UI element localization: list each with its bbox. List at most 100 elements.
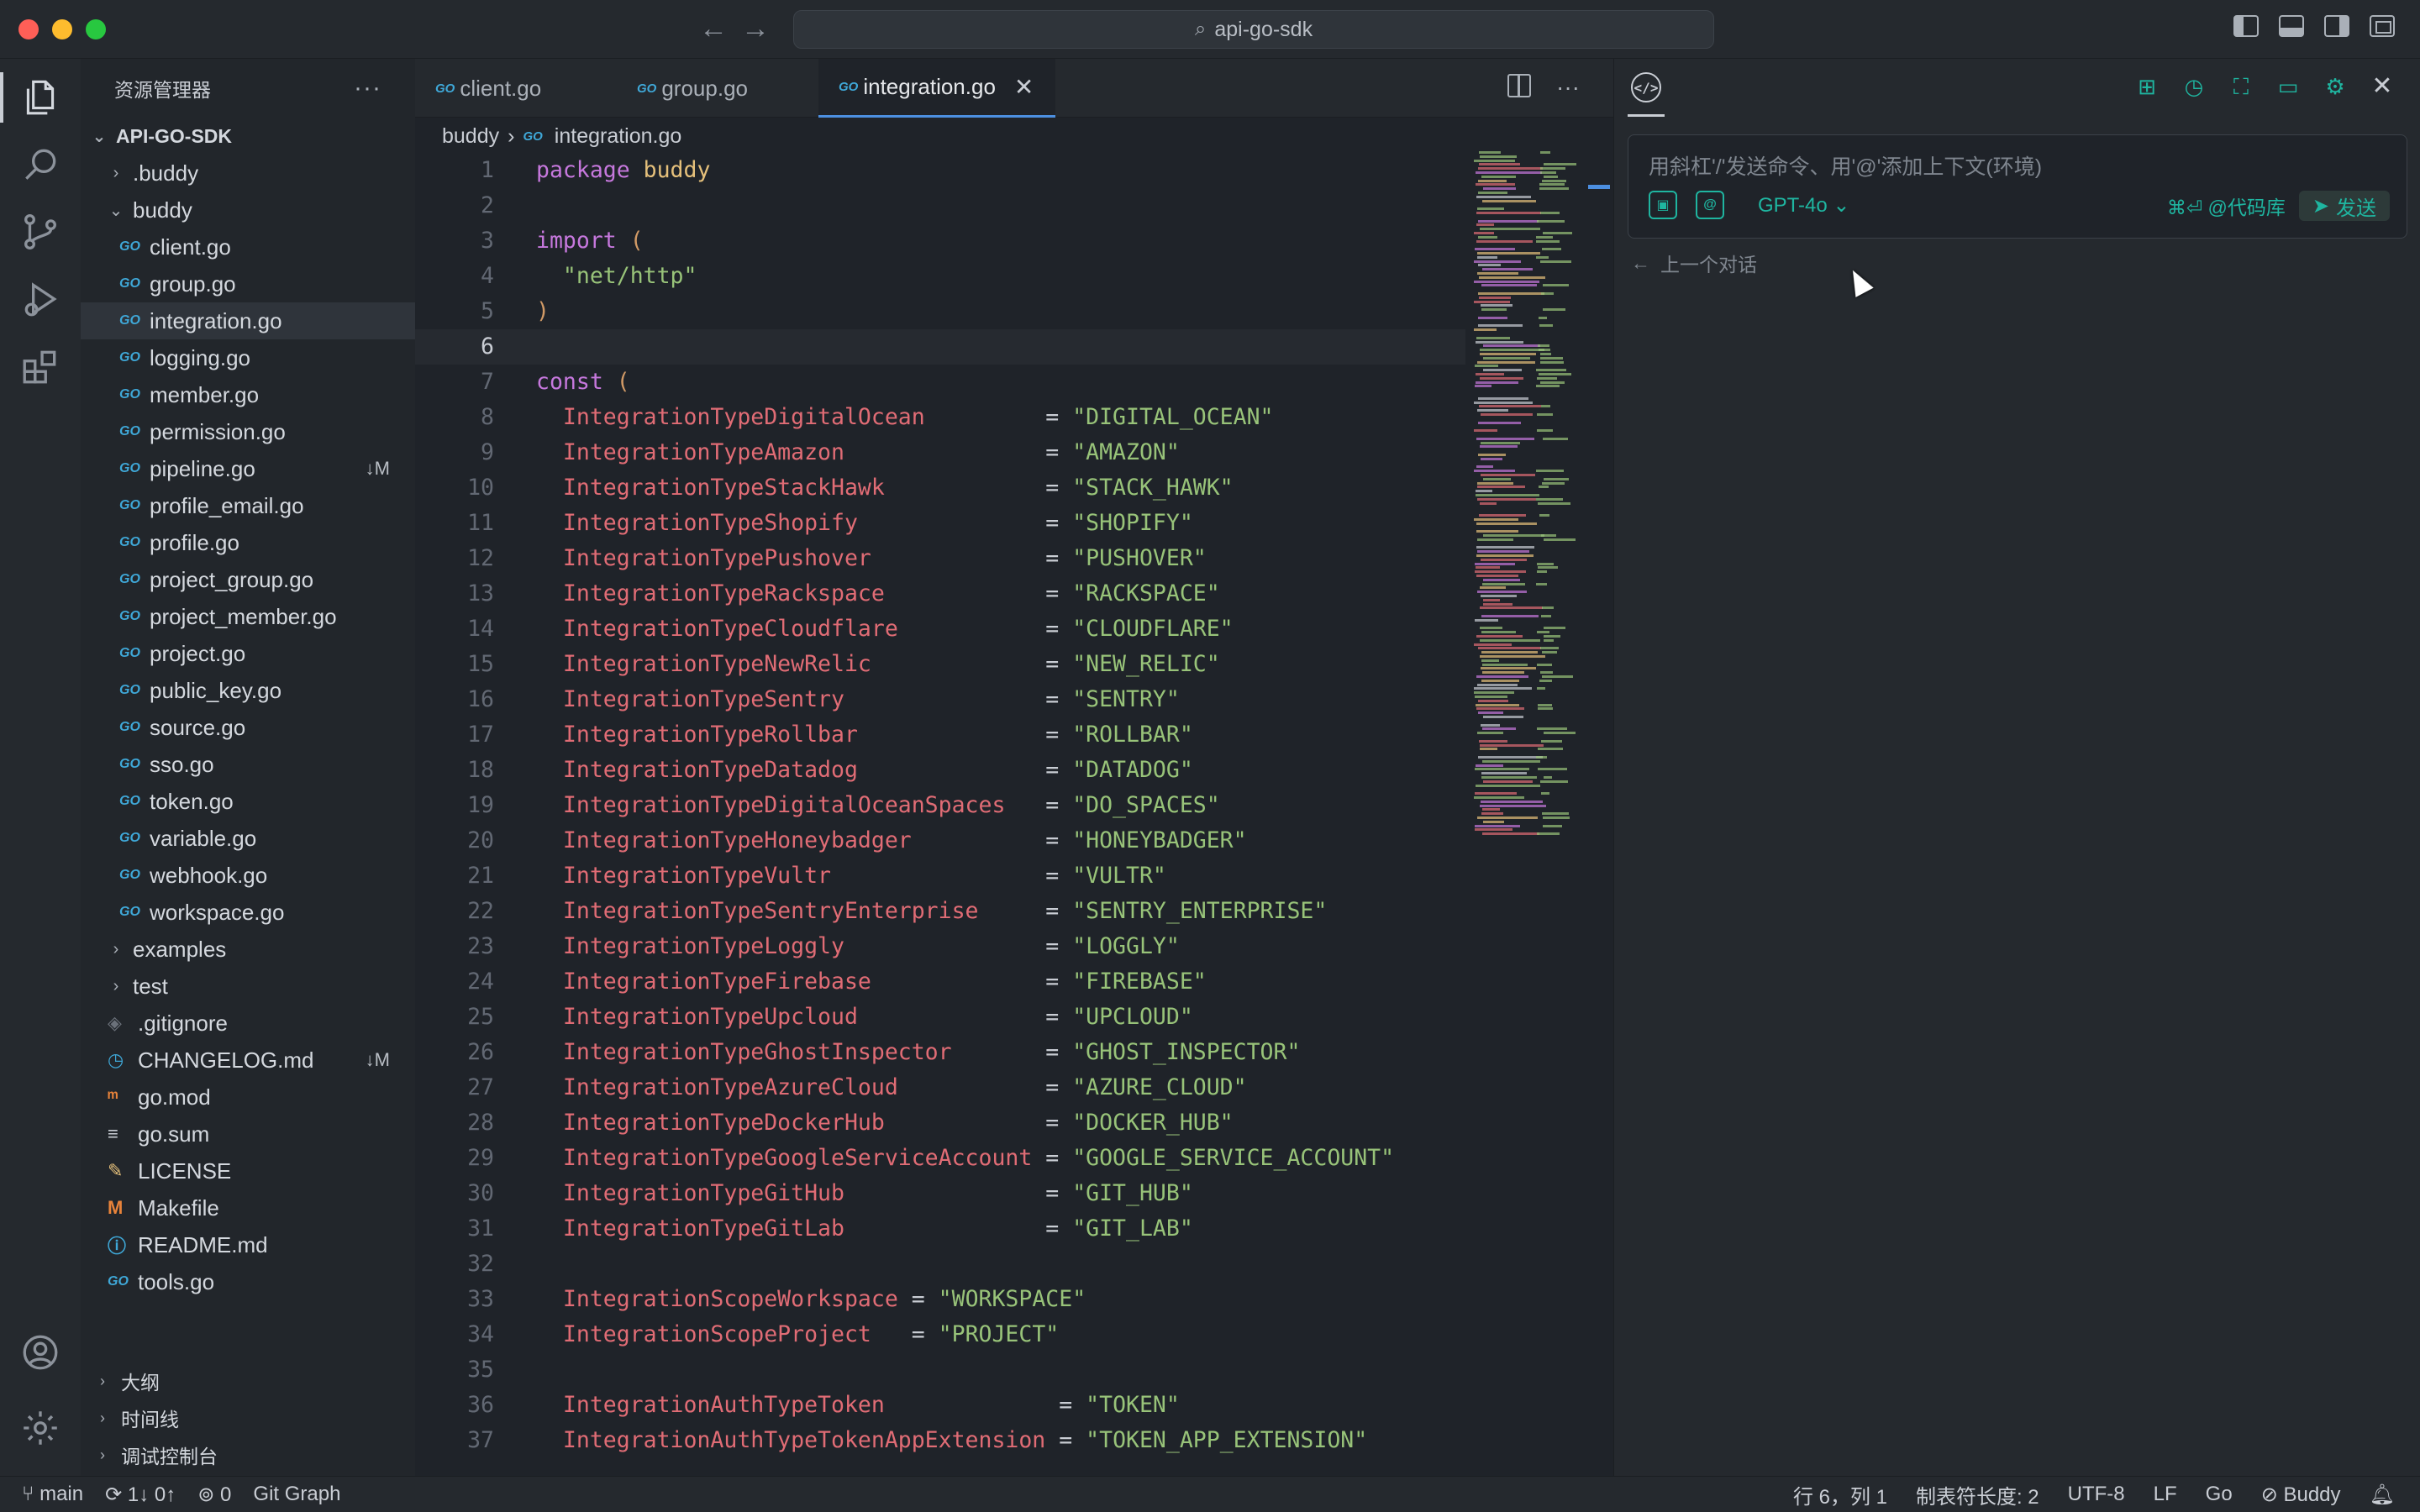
more-actions-icon[interactable]: ··· — [354, 74, 381, 102]
code-line[interactable]: 14 IntegrationTypeCloudflare = "CLOUDFLA… — [415, 612, 1465, 647]
tab-integration-go[interactable]: GO integration.go ✕ — [818, 59, 1055, 118]
extensions-icon[interactable] — [0, 333, 81, 400]
tree-file[interactable]: GO pipeline.go ↓M — [81, 450, 415, 487]
tree-file[interactable]: ✎ LICENSE — [81, 1152, 415, 1189]
tree-file[interactable]: GO sso.go — [81, 746, 415, 783]
code-line[interactable]: 27 IntegrationTypeAzureCloud = "AZURE_CL… — [415, 1070, 1465, 1105]
code-line[interactable]: 21 IntegrationTypeVultr = "VULTR" — [415, 858, 1465, 894]
code-line[interactable]: 16 IntegrationTypeSentry = "SENTRY" — [415, 682, 1465, 717]
tree-file[interactable]: GO public_key.go — [81, 672, 415, 709]
timeline-section[interactable]: › 时间线 — [81, 1399, 415, 1436]
tree-file[interactable]: GO member.go — [81, 376, 415, 413]
more-actions-icon[interactable]: ··· — [1556, 74, 1580, 101]
code-line[interactable]: 15 IntegrationTypeNewRelic = "NEW_RELIC" — [415, 647, 1465, 682]
code-line[interactable]: 23 IntegrationTypeLoggly = "LOGGLY" — [415, 929, 1465, 964]
command-center-search[interactable]: ⌕ api-go-sdk — [793, 10, 1714, 49]
tree-file[interactable]: GO variable.go — [81, 820, 415, 857]
sync-status[interactable]: ⟳ 1↓ 0↑ — [105, 1483, 176, 1507]
split-editor-icon[interactable] — [1507, 74, 1532, 97]
previous-conversation-link[interactable]: ← 上一个对话 — [1631, 249, 1757, 277]
code-line[interactable]: 26 IntegrationTypeGhostInspector = "GHOS… — [415, 1035, 1465, 1070]
code-line[interactable]: 19 IntegrationTypeDigitalOceanSpaces = "… — [415, 788, 1465, 823]
customize-layout-icon[interactable] — [2370, 15, 2395, 37]
explorer-icon[interactable] — [0, 64, 81, 131]
code-line[interactable]: 18 IntegrationTypeDatadog = "DATADOG" — [415, 753, 1465, 788]
tab-client-go[interactable]: GO client.go — [415, 59, 617, 118]
cursor-position[interactable]: 行 6，列 1 — [1793, 1480, 1887, 1509]
buddy-extension[interactable]: ⊘ Buddy — [2261, 1483, 2341, 1507]
code-line[interactable]: 9 IntegrationTypeAmazon = "AMAZON" — [415, 435, 1465, 470]
tree-file[interactable]: GO project_group.go — [81, 561, 415, 598]
new-chat-icon[interactable]: ⊞ — [2134, 74, 2160, 99]
tree-file[interactable]: ◷ CHANGELOG.md ↓M — [81, 1042, 415, 1079]
search-icon[interactable] — [0, 131, 81, 198]
code-line[interactable]: 33 IntegrationScopeWorkspace = "WORKSPAC… — [415, 1282, 1465, 1317]
outline-section[interactable]: › 大纲 — [81, 1362, 415, 1399]
tree-file[interactable]: GO source.go — [81, 709, 415, 746]
code-line[interactable]: 4 "net/http" — [415, 259, 1465, 294]
tab-group-go[interactable]: GO group.go — [617, 59, 818, 118]
tree-file[interactable]: GO tools.go — [81, 1263, 415, 1300]
code-line[interactable]: 36 IntegrationAuthTypeToken = "TOKEN" — [415, 1388, 1465, 1423]
ports-indicator[interactable]: ⊚ 0 — [197, 1483, 231, 1507]
tree-file[interactable]: GO integration.go — [81, 302, 415, 339]
terminal-icon[interactable]: ▭ — [2275, 74, 2301, 99]
tab-size[interactable]: 制表符长度: 2 — [1916, 1480, 2039, 1509]
toggle-primary-sidebar-icon[interactable] — [2233, 15, 2259, 37]
code-line[interactable]: 28 IntegrationTypeDockerHub = "DOCKER_HU… — [415, 1105, 1465, 1141]
send-button[interactable]: ➤ 发送 — [2298, 191, 2390, 221]
close-tab-icon[interactable]: ✕ — [1014, 73, 1034, 101]
minimap[interactable] — [1469, 151, 1578, 848]
code-line[interactable]: 1 package buddy — [415, 153, 1465, 188]
close-icon[interactable]: ✕ — [2370, 74, 2395, 99]
breadcrumb-file[interactable]: integration.go — [555, 124, 682, 149]
tree-file[interactable]: GO logging.go — [81, 339, 415, 376]
tree-file[interactable]: M Makefile — [81, 1189, 415, 1226]
code-line[interactable]: 3 import ( — [415, 223, 1465, 259]
tree-file[interactable]: GO client.go — [81, 228, 415, 265]
tree-folder[interactable]: › .buddy — [81, 155, 415, 192]
tree-file[interactable]: GO project.go — [81, 635, 415, 672]
model-selector[interactable]: GPT-4o ⌄ — [1758, 193, 1849, 218]
codebase-shortcut[interactable]: ⌘⏎ @代码库 — [2167, 192, 2286, 220]
code-line[interactable]: 7 const ( — [415, 365, 1465, 400]
branch-indicator[interactable]: ⑂ main — [22, 1483, 83, 1506]
ai-code-icon[interactable]: </> — [1631, 72, 1661, 102]
close-window-button[interactable] — [18, 19, 39, 39]
code-line[interactable]: 29 IntegrationTypeGoogleServiceAccount =… — [415, 1141, 1465, 1176]
tree-file[interactable]: ≡ go.sum — [81, 1116, 415, 1152]
code-line[interactable]: 35 — [415, 1352, 1465, 1388]
tree-folder[interactable]: › examples — [81, 931, 415, 968]
tree-file[interactable]: GO webhook.go — [81, 857, 415, 894]
code-line[interactable]: 34 IntegrationScopeProject = "PROJECT" — [415, 1317, 1465, 1352]
tree-file[interactable]: GO permission.go — [81, 413, 415, 450]
settings-gear-icon[interactable] — [0, 1394, 81, 1462]
language-mode[interactable]: Go — [2206, 1483, 2233, 1506]
run-and-debug-icon[interactable] — [0, 265, 81, 333]
scrollbar-marker[interactable] — [1588, 185, 1610, 189]
accounts-icon[interactable] — [0, 1319, 81, 1386]
toggle-panel-icon[interactable] — [2279, 15, 2304, 37]
history-icon[interactable]: ◷ — [2181, 74, 2207, 99]
encoding[interactable]: UTF-8 — [2068, 1483, 2125, 1506]
breadcrumb-folder[interactable]: buddy — [442, 124, 499, 149]
code-line[interactable]: 12 IntegrationTypePushover = "PUSHOVER" — [415, 541, 1465, 576]
tree-folder[interactable]: › test — [81, 968, 415, 1005]
forward-arrow-icon[interactable]: → — [741, 12, 770, 45]
image-upload-icon[interactable]: ▣ — [1649, 191, 1677, 219]
end-of-line[interactable]: LF — [2154, 1483, 2177, 1506]
code-line[interactable]: 31 IntegrationTypeGitLab = "GIT_LAB" — [415, 1211, 1465, 1247]
code-line[interactable]: 10 IntegrationTypeStackHawk = "STACK_HAW… — [415, 470, 1465, 506]
tree-file[interactable]: GO profile_email.go — [81, 487, 415, 524]
zoom-window-button[interactable] — [86, 19, 106, 39]
git-graph-button[interactable]: Git Graph — [253, 1483, 340, 1506]
tree-file[interactable]: ◈ .gitignore — [81, 1005, 415, 1042]
minimize-window-button[interactable] — [52, 19, 72, 39]
code-line[interactable]: 11 IntegrationTypeShopify = "SHOPIFY" — [415, 506, 1465, 541]
code-line[interactable]: 25 IntegrationTypeUpcloud = "UPCLOUD" — [415, 1000, 1465, 1035]
tree-file[interactable]: GO group.go — [81, 265, 415, 302]
debug-console-section[interactable]: › 调试控制台 — [81, 1436, 415, 1473]
back-arrow-icon[interactable]: ← — [699, 12, 728, 45]
settings-gear-icon[interactable]: ⚙ — [2323, 74, 2348, 99]
code-line[interactable]: 37 IntegrationAuthTypeTokenAppExtension … — [415, 1423, 1465, 1458]
